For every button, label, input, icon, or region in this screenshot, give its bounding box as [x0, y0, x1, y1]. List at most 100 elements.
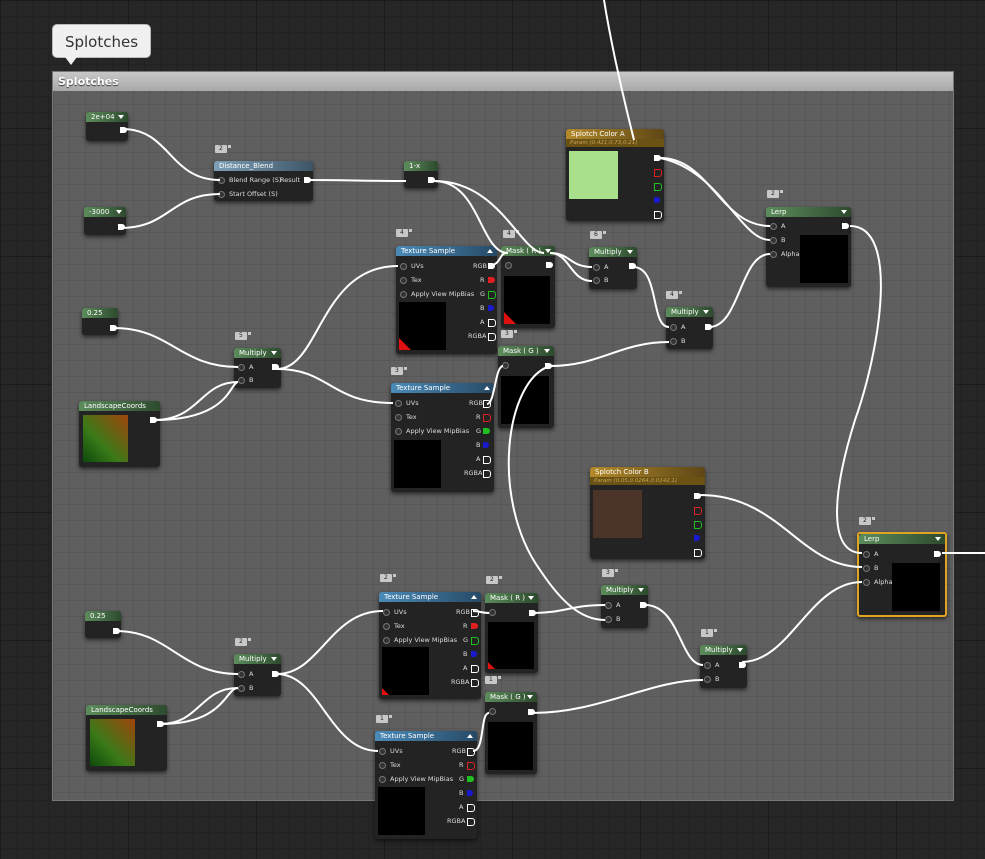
input-pin[interactable] — [218, 176, 225, 184]
pin-b[interactable]: B — [704, 675, 719, 683]
output-pin-a[interactable] — [694, 549, 702, 557]
input-pin[interactable] — [238, 363, 245, 371]
pin-uvs[interactable]: UVs — [400, 262, 424, 270]
input-pin[interactable] — [379, 747, 386, 755]
input-pin[interactable] — [379, 761, 386, 769]
texture-sample-node-2[interactable]: Texture Sample UVs Tex Apply View MipBia… — [391, 383, 494, 492]
output-pin-a[interactable] — [471, 665, 479, 673]
chevron-up-icon[interactable] — [484, 386, 490, 390]
constant-node-025-top[interactable]: 0.25 — [82, 308, 118, 335]
output-pin[interactable] — [110, 325, 117, 331]
input-pin[interactable] — [863, 550, 870, 558]
output-pin-rgb[interactable] — [488, 263, 495, 269]
output-pin[interactable] — [113, 628, 120, 634]
input-pin[interactable] — [770, 250, 777, 258]
chevron-down-icon[interactable] — [545, 249, 551, 253]
pin-a[interactable]: A — [770, 222, 785, 230]
pin-tex[interactable]: Tex — [395, 413, 417, 421]
input-pin[interactable] — [505, 262, 512, 269]
output-pin[interactable] — [640, 602, 647, 608]
output-pin-rgb[interactable] — [483, 400, 491, 408]
pin-b[interactable]: B — [670, 337, 685, 345]
pin-a[interactable]: A — [704, 661, 719, 669]
output-pin-b[interactable] — [471, 651, 477, 657]
constant-node-neg3000[interactable]: -3000 — [84, 207, 126, 235]
pin-b[interactable]: B — [593, 276, 608, 284]
output-pin[interactable] — [739, 662, 746, 668]
pin-uvs[interactable]: UVs — [383, 608, 407, 616]
pin-b[interactable]: B — [238, 684, 253, 692]
blend-range-pin[interactable]: Blend Range (S) — [218, 176, 281, 184]
pin-apply-view-mipbias[interactable]: Apply View MipBias — [395, 427, 469, 435]
chevron-down-icon[interactable] — [527, 695, 533, 699]
input-pin[interactable] — [704, 675, 711, 683]
output-pin-a[interactable] — [488, 319, 496, 327]
input-pin[interactable] — [502, 362, 509, 369]
chevron-down-icon[interactable] — [271, 657, 277, 661]
chevron-down-icon[interactable] — [703, 310, 709, 314]
mask-g-node-top[interactable]: Mask ( G ) — [498, 346, 554, 428]
output-pin-rgba[interactable] — [471, 679, 479, 687]
texture-sample-node-4[interactable]: Texture Sample UVs Tex Apply View MipBia… — [375, 731, 477, 839]
pin-b[interactable]: B — [863, 564, 878, 572]
chevron-down-icon[interactable] — [737, 648, 743, 652]
constant-node-2e4[interactable]: 2e+04 — [86, 112, 128, 141]
pin-a[interactable]: A — [238, 363, 253, 371]
multiply-node-mask-final[interactable]: Multiply A B — [700, 645, 747, 688]
output-pin-g[interactable] — [483, 428, 490, 434]
output-pin[interactable] — [934, 551, 941, 557]
input-pin[interactable] — [605, 615, 612, 623]
chevron-up-icon[interactable] — [487, 249, 493, 253]
pin-a[interactable]: A — [863, 550, 878, 558]
output-pin-g[interactable] — [694, 521, 702, 529]
output-pin-r[interactable] — [483, 414, 491, 422]
pin-a[interactable]: A — [670, 323, 685, 331]
input-pin[interactable] — [489, 708, 496, 715]
pin-a[interactable]: A — [593, 263, 608, 271]
input-pin[interactable] — [670, 323, 677, 331]
pin-apply-view-mipbias[interactable]: Apply View MipBias — [383, 636, 457, 644]
chevron-down-icon[interactable] — [638, 588, 644, 592]
pin-b[interactable]: B — [605, 615, 620, 623]
input-pin[interactable] — [238, 670, 245, 678]
chevron-down-icon[interactable] — [528, 596, 534, 600]
output-pin-r[interactable] — [467, 762, 475, 770]
input-pin[interactable] — [395, 399, 402, 407]
input-pin[interactable] — [383, 622, 390, 630]
input-pin[interactable] — [863, 578, 870, 586]
multiply-node-mask-top[interactable]: Multiply A B — [589, 247, 637, 289]
output-pin[interactable] — [150, 417, 157, 423]
output-pin[interactable] — [842, 223, 849, 229]
output-pin[interactable] — [304, 177, 311, 183]
mask-g-node-bottom[interactable]: Mask ( G ) — [485, 692, 537, 774]
output-pin[interactable] — [118, 224, 125, 230]
output-pin[interactable] — [120, 127, 127, 133]
output-pin-rgba[interactable] — [483, 470, 491, 478]
pin-a[interactable]: A — [605, 601, 620, 609]
output-pin-rgba[interactable] — [467, 818, 475, 826]
input-pin[interactable] — [670, 337, 677, 345]
chevron-down-icon[interactable] — [841, 210, 847, 214]
output-pin-rgb[interactable] — [471, 609, 479, 617]
output-pin[interactable] — [428, 177, 435, 183]
texture-sample-node-1[interactable]: Texture Sample UVs Tex Apply View MipBia… — [396, 246, 497, 354]
output-pin[interactable] — [528, 709, 535, 715]
pin-alpha[interactable]: Alpha — [770, 250, 799, 258]
output-pin-rgb[interactable] — [694, 493, 701, 499]
output-pin-a[interactable] — [467, 804, 475, 812]
texture-sample-node-3[interactable]: Texture Sample UVs Tex Apply View MipBia… — [379, 592, 481, 699]
lerp-node-upper[interactable]: Lerp A B Alpha — [766, 207, 851, 287]
input-pin[interactable] — [605, 601, 612, 609]
pin-apply-view-mipbias[interactable]: Apply View MipBias — [379, 775, 453, 783]
output-pin[interactable] — [546, 262, 553, 268]
pin-b[interactable]: B — [770, 236, 785, 244]
input-pin[interactable] — [593, 263, 600, 271]
output-pin[interactable] — [529, 610, 536, 616]
chevron-down-icon[interactable] — [627, 250, 633, 254]
output-pin-rgb[interactable] — [467, 748, 475, 756]
output-pin-g[interactable] — [488, 291, 496, 299]
pin-tex[interactable]: Tex — [379, 761, 401, 769]
mask-r-node-top[interactable]: Mask ( R ) — [501, 246, 555, 328]
one-minus-node[interactable]: 1-x — [404, 161, 438, 188]
output-pin-b[interactable] — [694, 535, 700, 541]
